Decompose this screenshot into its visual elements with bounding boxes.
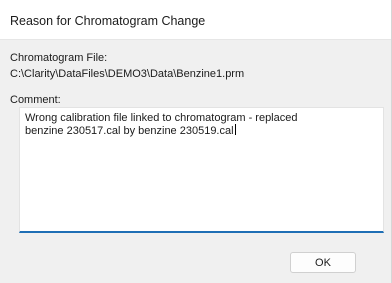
ok-button[interactable]: OK [290,252,356,273]
comment-value: Wrong calibration file linked to chromat… [25,112,298,137]
text-caret [234,124,236,135]
reason-dialog: Reason for Chromatogram Change Chromatog… [0,0,392,283]
comment-textarea[interactable]: Wrong calibration file linked to chromat… [19,107,384,233]
chromatogram-file-path: C:\Clarity\DataFiles\DEMO3\Data\Benzine1… [10,68,245,80]
chromatogram-file-label: Chromatogram File: [10,52,108,64]
dialog-title: Reason for Chromatogram Change [10,14,206,28]
comment-label: Comment: [10,94,61,106]
comment-text[interactable]: Wrong calibration file linked to chromat… [25,112,365,137]
title-bar[interactable]: Reason for Chromatogram Change [0,0,391,40]
